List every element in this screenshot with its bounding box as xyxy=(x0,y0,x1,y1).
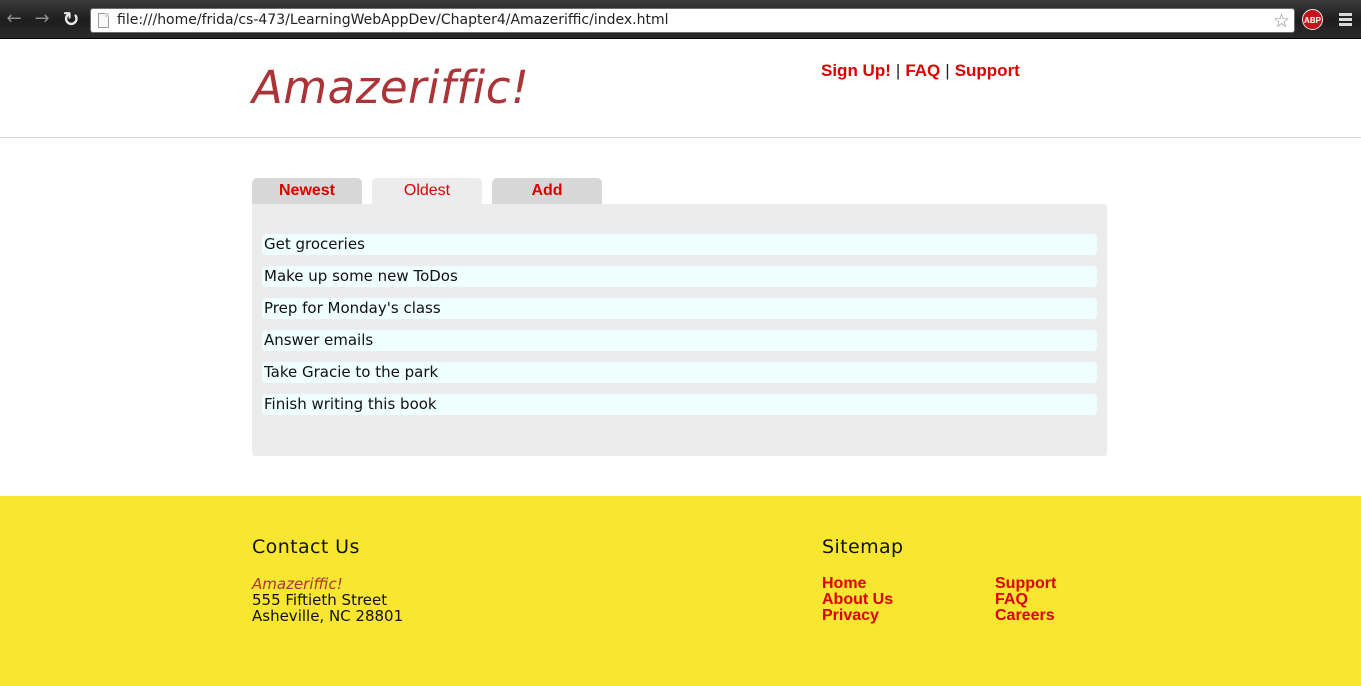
star-icon[interactable]: ☆ xyxy=(1273,10,1290,32)
url-text[interactable]: file:///home/frida/cs-473/LearningWebApp… xyxy=(117,12,668,28)
sitemap-column-2: Support FAQ Careers xyxy=(995,576,1056,624)
top-nav: Sign Up! | FAQ | Support xyxy=(821,61,1020,81)
sitemap-careers-link[interactable]: Careers xyxy=(995,608,1056,624)
adblock-extension-icon[interactable]: ABP xyxy=(1302,9,1323,30)
hamburger-menu-icon[interactable] xyxy=(1339,13,1352,28)
contact-heading: Contact Us xyxy=(252,536,360,558)
contact-street: 555 Fiftieth Street xyxy=(252,591,388,609)
todo-item: Get groceries xyxy=(262,234,1097,255)
forward-arrow-icon[interactable]: → xyxy=(32,9,52,29)
tab-label: Add xyxy=(531,182,563,199)
todo-item: Finish writing this book xyxy=(262,394,1097,415)
contact-brand: Amazeriffic! xyxy=(252,575,343,593)
sitemap-home-link[interactable]: Home xyxy=(822,576,893,592)
tab-newest[interactable]: Newest xyxy=(252,178,362,204)
tab-add[interactable]: Add xyxy=(492,178,602,204)
tab-oldest[interactable]: Oldest xyxy=(372,178,482,204)
sitemap-support-link[interactable]: Support xyxy=(995,576,1056,592)
site-logo: Amazeriffic! xyxy=(252,61,530,114)
site-footer: Contact Us Amazeriffic! 555 Fiftieth Str… xyxy=(0,496,1361,686)
nav-separator: | xyxy=(895,61,901,80)
sitemap-privacy-link[interactable]: Privacy xyxy=(822,608,893,624)
todo-item: Answer emails xyxy=(262,330,1097,351)
contact-address: Amazeriffic! 555 Fiftieth Street Ashevil… xyxy=(252,576,403,624)
tab-label: Newest xyxy=(278,182,336,199)
tab-content-panel: Get groceries Make up some new ToDos Pre… xyxy=(252,204,1107,456)
signup-link[interactable]: Sign Up! xyxy=(821,61,891,80)
todo-item: Take Gracie to the park xyxy=(262,362,1097,383)
page-icon xyxy=(98,13,109,28)
nav-separator: | xyxy=(945,61,950,80)
sitemap-faq-link[interactable]: FAQ xyxy=(995,592,1056,608)
back-arrow-icon[interactable]: ← xyxy=(4,9,24,29)
sitemap-heading: Sitemap xyxy=(822,536,904,558)
site-header: Amazeriffic! Sign Up! | FAQ | Support xyxy=(0,40,1361,138)
tab-label: Oldest xyxy=(403,182,451,199)
sitemap-column-1: Home About Us Privacy xyxy=(822,576,893,624)
todo-item: Prep for Monday's class xyxy=(262,298,1097,319)
sitemap-about-link[interactable]: About Us xyxy=(822,592,893,608)
address-bar[interactable]: file:///home/frida/cs-473/LearningWebApp… xyxy=(90,8,1295,33)
browser-toolbar: ← → ↻ file:///home/frida/cs-473/Learning… xyxy=(0,0,1361,39)
faq-link[interactable]: FAQ xyxy=(905,61,940,80)
todo-item: Make up some new ToDos xyxy=(262,266,1097,287)
reload-icon[interactable]: ↻ xyxy=(61,9,81,29)
contact-city: Asheville, NC 28801 xyxy=(252,607,404,625)
support-link[interactable]: Support xyxy=(955,61,1020,80)
